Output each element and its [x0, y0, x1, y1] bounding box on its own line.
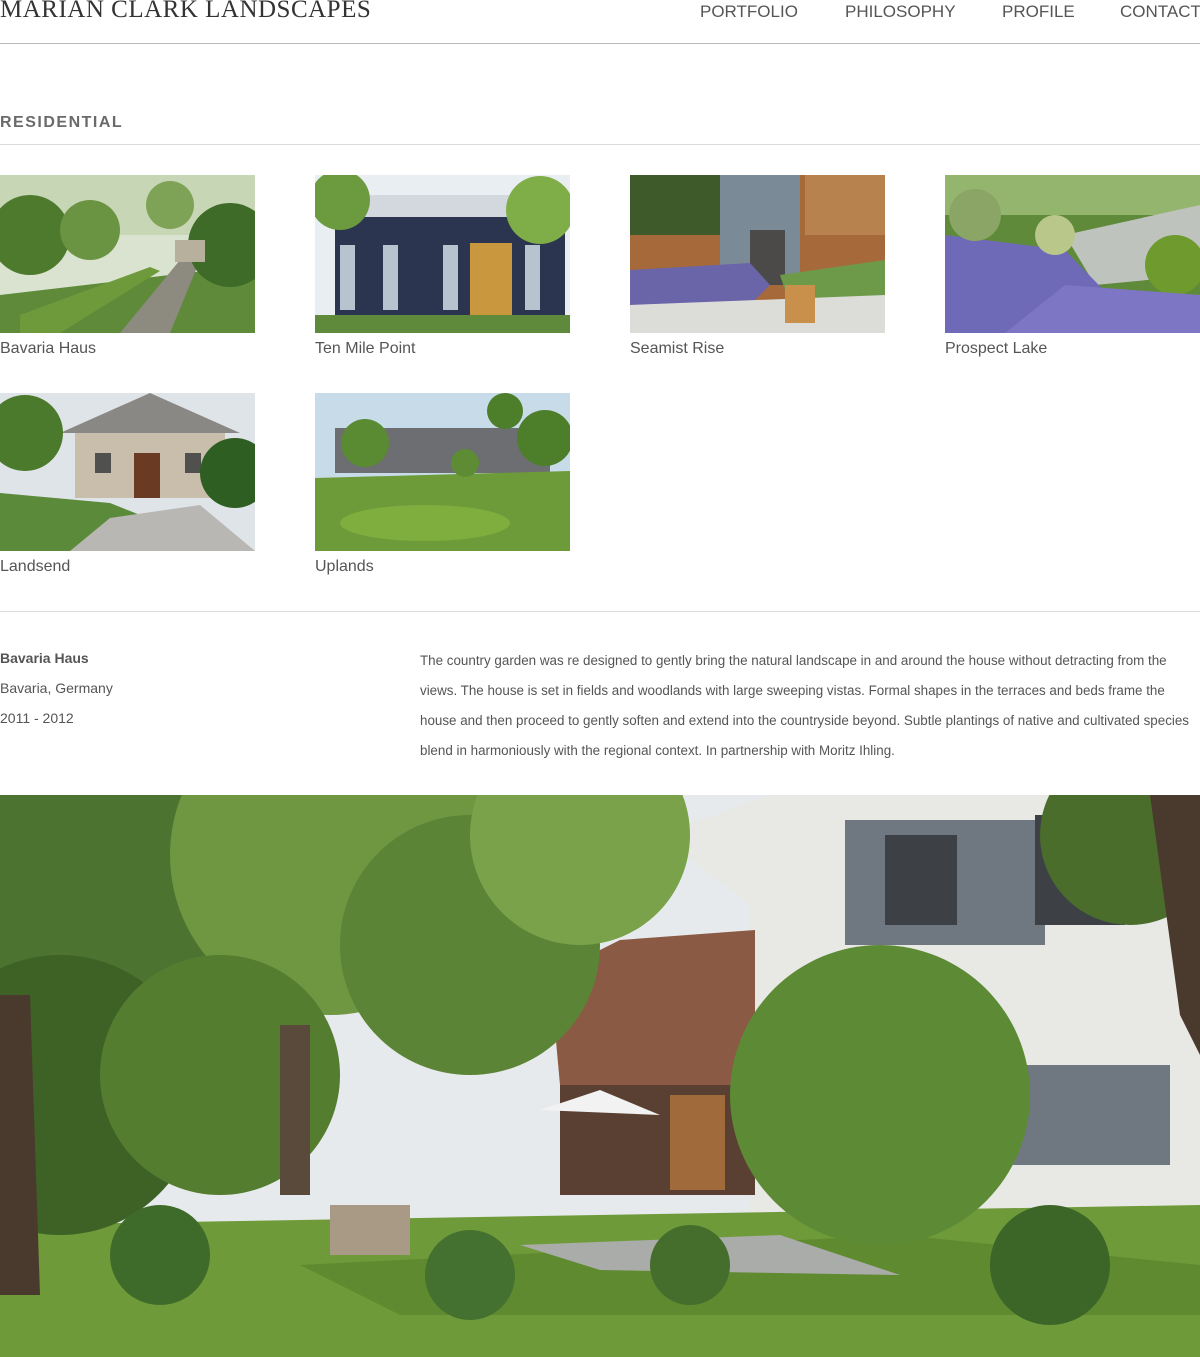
nav-profile[interactable]: PROFILE	[1002, 2, 1075, 22]
project-thumb-landsend[interactable]: Landsend	[0, 393, 255, 577]
nav-portfolio[interactable]: PORTFOLIO	[700, 2, 798, 22]
project-name: Bavaria Haus	[0, 650, 89, 666]
project-caption: Ten Mile Point	[315, 340, 416, 357]
project-caption: Bavaria Haus	[0, 340, 97, 357]
project-image	[315, 393, 570, 551]
section-title: RESIDENTIAL	[0, 114, 124, 131]
project-caption: Landsend	[0, 558, 71, 575]
project-thumb-uplands[interactable]: Uplands	[315, 393, 570, 577]
project-caption: Uplands	[315, 558, 374, 575]
project-hero-image	[0, 795, 1200, 1357]
project-image	[630, 175, 885, 333]
project-image	[0, 175, 255, 333]
site-header: MARIAN CLARK LANDSCAPES PORTFOLIO PHILOS…	[0, 0, 1200, 44]
project-caption: Seamist Rise	[630, 340, 725, 357]
project-caption: Prospect Lake	[945, 340, 1048, 357]
project-image	[315, 175, 570, 333]
project-thumb-bavaria-haus[interactable]: Bavaria Haus	[0, 175, 255, 359]
project-location: Bavaria, Germany	[0, 680, 113, 696]
project-thumb-prospect-lake[interactable]: Prospect Lake	[945, 175, 1200, 359]
content-divider	[0, 611, 1200, 612]
section-divider	[0, 144, 1200, 145]
project-image	[0, 393, 255, 551]
project-thumb-ten-mile-point[interactable]: Ten Mile Point	[315, 175, 570, 359]
project-description: The country garden was re designed to ge…	[420, 653, 1190, 758]
project-thumb-seamist-rise[interactable]: Seamist Rise	[630, 175, 885, 359]
site-logo[interactable]: MARIAN CLARK LANDSCAPES	[0, 0, 371, 26]
nav-contact[interactable]: CONTACT	[1120, 2, 1200, 22]
nav-philosophy[interactable]: PHILOSOPHY	[845, 2, 956, 22]
project-years: 2011 - 2012	[0, 710, 74, 726]
project-image	[945, 175, 1200, 333]
